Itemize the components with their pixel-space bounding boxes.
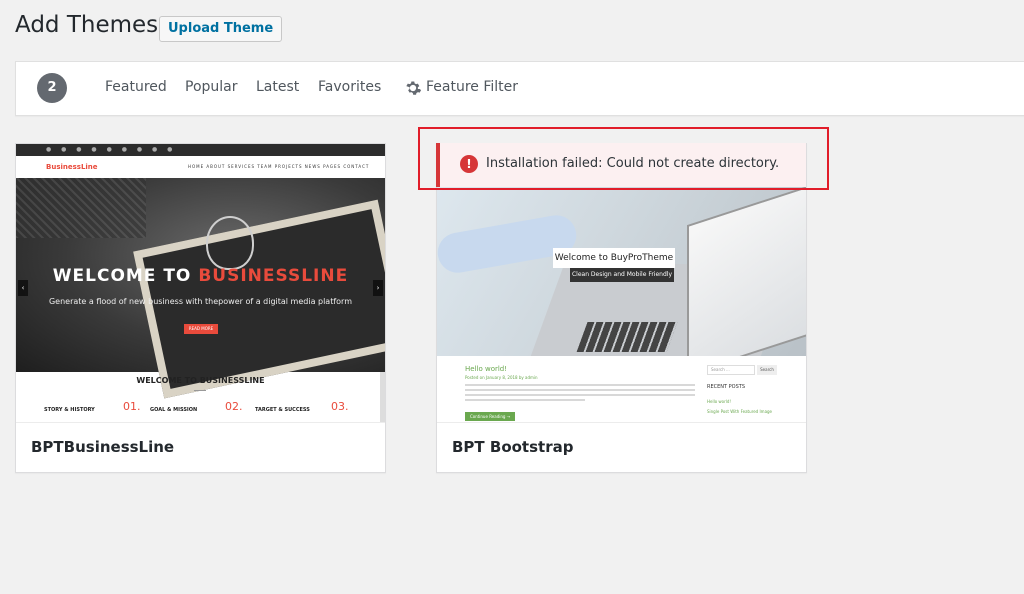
tab-popular[interactable]: Popular [185, 79, 238, 95]
preview-social-icons: ● ● ● ● ● ● ● ● ● [46, 146, 177, 153]
preview-read-more: READ MORE [184, 324, 218, 334]
feature-filter-link[interactable]: Feature Filter [426, 79, 518, 95]
chevron-right-icon: › [373, 280, 383, 296]
theme-count-badge: 2 [37, 73, 67, 103]
preview-recent-posts: RECENT POSTS [707, 384, 746, 390]
theme-name: BPTBusinessLine [31, 438, 175, 456]
preview-mesh [16, 178, 146, 238]
preview-column-label: TARGET & SUCCESS [255, 407, 310, 413]
page-title: Add Themes [15, 12, 159, 38]
preview-search-button: Search [757, 365, 777, 375]
preview-post-meta: Posted on January 8, 2018 by admin [465, 375, 538, 380]
preview-recent-link: Hello world! [707, 399, 732, 404]
preview-column-number: 03. [331, 400, 349, 413]
preview-column-number: 02. [225, 400, 243, 413]
preview-column-label: STORY & HISTORY [44, 407, 95, 413]
theme-card-bpt-bootstrap[interactable]: Welcome to BuyProTheme Clean Design and … [436, 143, 807, 473]
preview-continue-button: Continue Reading → [465, 412, 515, 421]
preview-headline: WELCOME TO BUSINESSLINE [52, 266, 349, 286]
preview-welcome: Welcome to BuyProTheme [553, 248, 675, 268]
highlight-box [418, 127, 829, 190]
tab-favorites[interactable]: Favorites [318, 79, 381, 95]
preview-search-input: Search ... [707, 365, 755, 375]
preview-subheadline: Generate a flood of new business with th… [48, 297, 352, 306]
upload-theme-button[interactable]: Upload Theme [159, 16, 283, 42]
tab-featured[interactable]: Featured [105, 79, 167, 95]
tab-latest[interactable]: Latest [256, 79, 299, 95]
preview-logo: BusinessLine [46, 163, 98, 171]
preview-recent-link: Single Post With Featured Image [707, 409, 773, 414]
theme-filter-bar: 2 Featured Popular Latest Favorites Feat… [15, 61, 1024, 116]
preview-keyboard [576, 322, 678, 352]
preview-column-label: GOAL & MISSION [150, 407, 198, 413]
chevron-left-icon: ‹ [18, 280, 28, 296]
theme-name: BPT Bootstrap [452, 438, 574, 456]
theme-card-bptbusinessline[interactable]: ● ● ● ● ● ● ● ● ● BusinessLine HOME ABOU… [15, 143, 386, 473]
preview-column-number: 01. [123, 400, 141, 413]
preview-section-title: WELCOME TO BUSINESSLINE [136, 376, 265, 385]
lightbulb-icon [206, 216, 254, 270]
gear-icon[interactable] [404, 79, 422, 97]
theme-screenshot: ● ● ● ● ● ● ● ● ● BusinessLine HOME ABOU… [16, 144, 385, 422]
preview-menu: HOME ABOUT SERVICES TEAM PROJECTS NEWS P… [188, 164, 370, 169]
preview-divider [194, 390, 206, 391]
preview-text-line [465, 399, 585, 401]
preview-tagline: Clean Design and Mobile Friendly [570, 268, 674, 282]
preview-text-line [465, 394, 695, 396]
preview-text-line [465, 389, 695, 391]
preview-text-line [465, 384, 695, 386]
preview-scrollbar [380, 372, 385, 422]
preview-post-title: Hello world! [465, 365, 508, 373]
